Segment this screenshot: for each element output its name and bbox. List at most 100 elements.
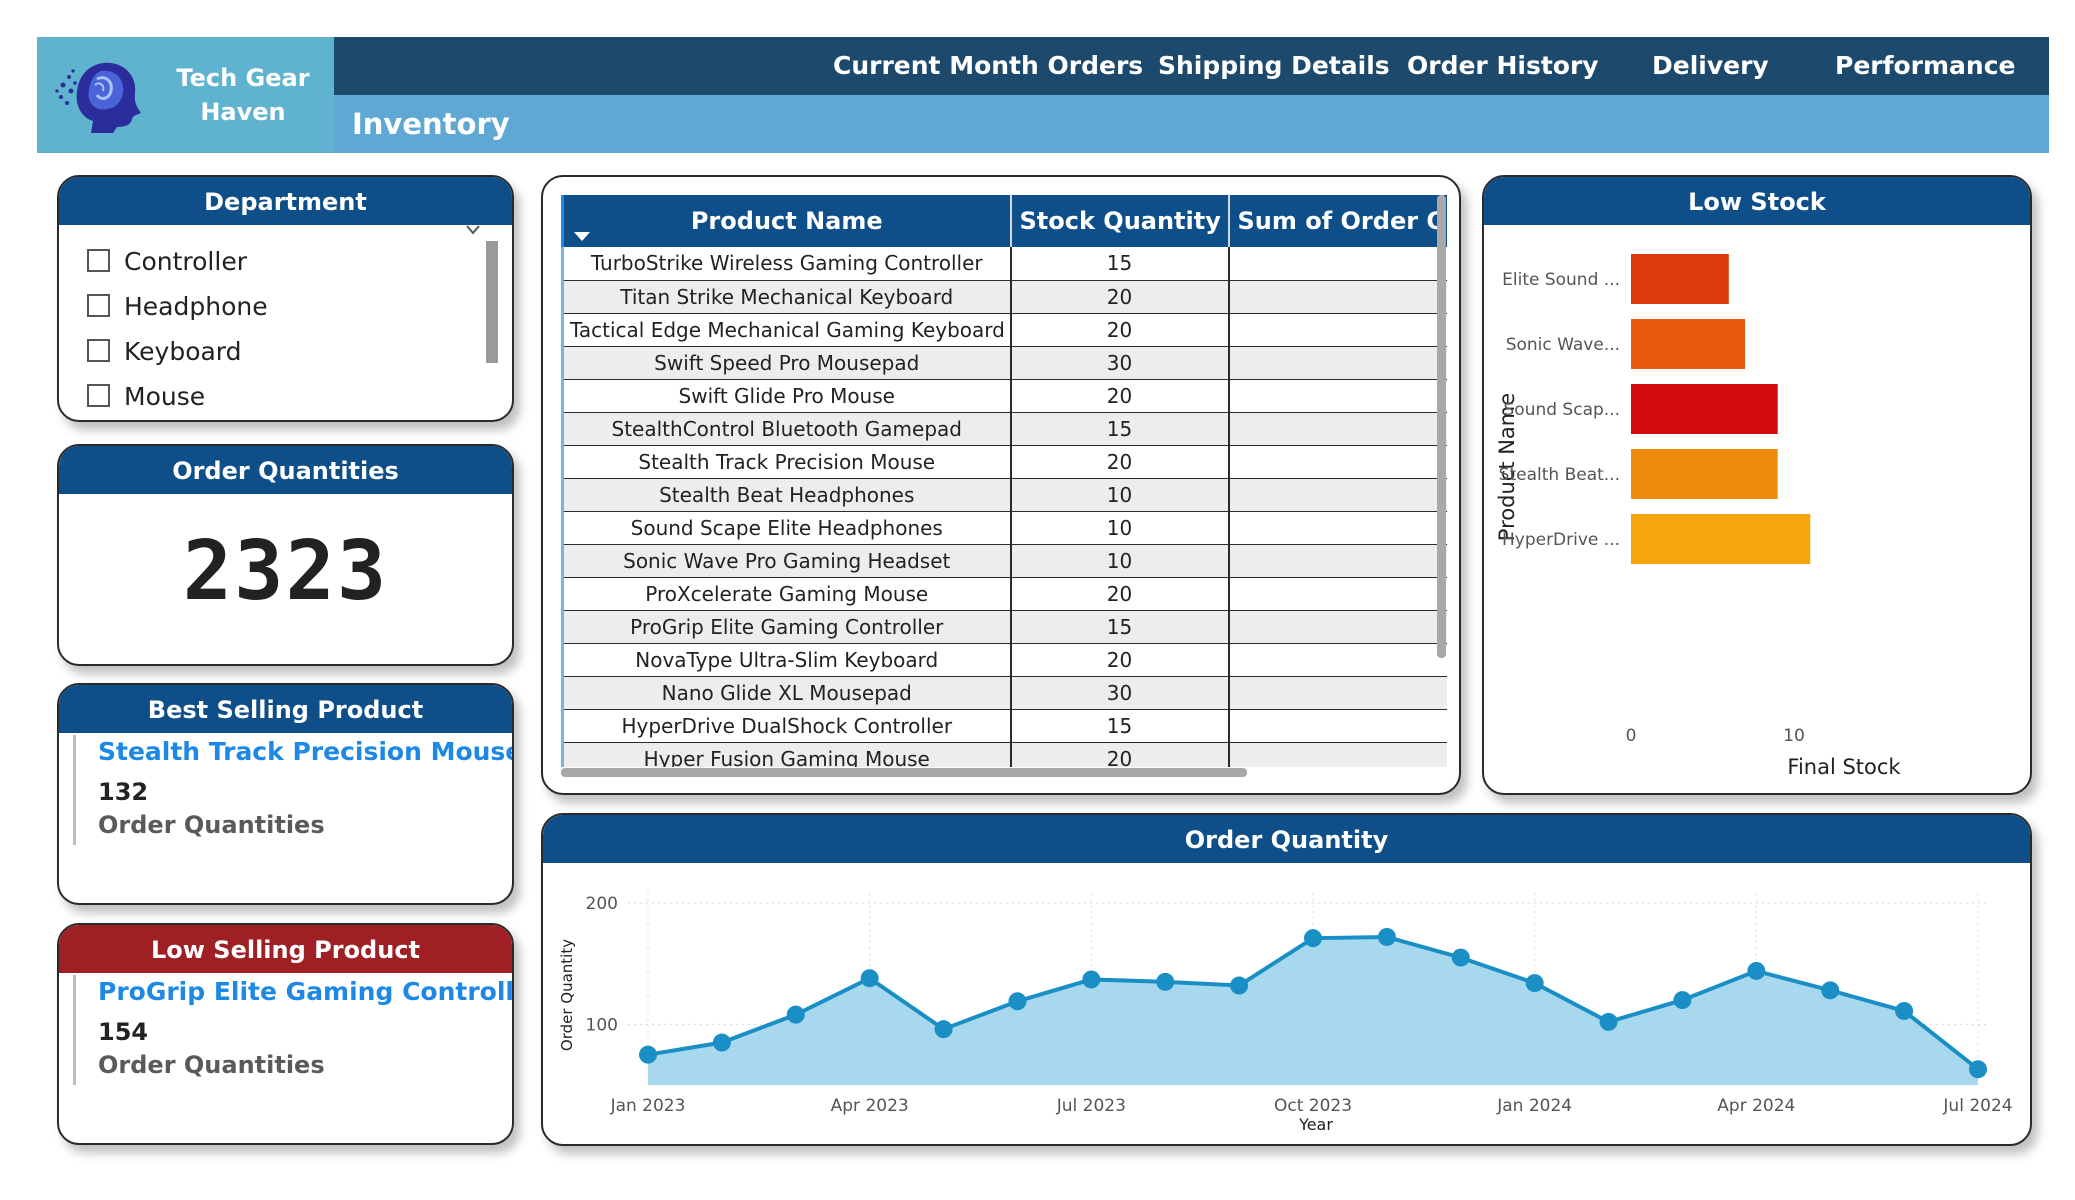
- table-row[interactable]: Stealth Beat Headphones 10: [561, 478, 1447, 512]
- table-row[interactable]: Sound Scape Elite Headphones 10: [561, 511, 1447, 545]
- order-quantity-point[interactable]: [1377, 927, 1396, 946]
- table-row[interactable]: Swift Speed Pro Mousepad 30: [561, 346, 1447, 380]
- order-quantity-point[interactable]: [1599, 1012, 1618, 1031]
- order-quantity-point[interactable]: [1895, 1001, 1914, 1020]
- order-quantity-point[interactable]: [860, 969, 879, 988]
- low-selling-details: ProGrip Elite Gaming Controller 154 Orde…: [73, 975, 514, 1085]
- table-row[interactable]: ProGrip Elite Gaming Controller 15: [561, 610, 1447, 644]
- department-option-mouse[interactable]: Mouse: [87, 382, 205, 420]
- cell-product-name: Swift Glide Pro Mouse: [561, 379, 1012, 413]
- cell-product-name: Titan Strike Mechanical Keyboard: [561, 280, 1012, 314]
- order-quantity-point[interactable]: [1673, 991, 1692, 1010]
- cell-product-name: Sound Scape Elite Headphones: [561, 511, 1012, 545]
- order-quantities-card: Order Quantities 2323: [57, 444, 514, 666]
- order-quantity-area: [648, 936, 1978, 1085]
- sort-descending-icon[interactable]: [574, 232, 590, 241]
- checkbox[interactable]: [87, 383, 110, 407]
- cell-sum-of-order-quantity: [1228, 643, 1447, 677]
- table-row[interactable]: Hyper Fusion Gaming Mouse 20: [561, 742, 1447, 767]
- brand-name: Tech Gear Haven: [176, 64, 310, 126]
- order-quantity-point[interactable]: [1230, 976, 1249, 995]
- low-stock-bar[interactable]: [1631, 384, 1778, 434]
- table-horizontal-scrollbar[interactable]: [561, 768, 1247, 777]
- order-quantity-x-tick: Apr 2024: [1717, 1096, 1795, 1116]
- order-quantity-x-tick: Jan 2024: [1496, 1096, 1572, 1116]
- table-row[interactable]: HyperDrive DualShock Controller 15: [561, 709, 1447, 743]
- table-row[interactable]: Swift Glide Pro Mouse 20: [561, 379, 1447, 413]
- table-vertical-scrollbar[interactable]: [1437, 195, 1446, 658]
- order-quantity-point[interactable]: [1969, 1060, 1987, 1079]
- order-quantity-point[interactable]: [786, 1005, 805, 1024]
- low-stock-bar[interactable]: [1631, 319, 1746, 369]
- department-option-keyboard[interactable]: Keyboard: [87, 337, 242, 377]
- cell-sum-of-order-quantity: [1228, 478, 1447, 512]
- table-row[interactable]: Nano Glide XL Mousepad 30: [561, 676, 1447, 710]
- order-quantity-point[interactable]: [1156, 972, 1175, 991]
- best-selling-details: Stealth Track Precision Mouse 132 Order …: [73, 735, 514, 845]
- order-quantity-x-tick: Jan 2023: [610, 1096, 686, 1116]
- low-stock-chart-card: Low Stock Product Name Final Stock Elite…: [1482, 175, 2032, 795]
- low-stock-bar[interactable]: [1631, 254, 1729, 304]
- inventory-table: Product Name Stock Quantity Sum of Order…: [561, 195, 1447, 767]
- cell-sum-of-order-quantity: [1228, 313, 1447, 347]
- nav-current-month-orders[interactable]: Current Month Orders: [833, 37, 1143, 95]
- cell-stock-quantity: 20: [1010, 445, 1230, 479]
- low-stock-bar[interactable]: [1631, 449, 1778, 499]
- cell-sum-of-order-quantity: [1228, 412, 1447, 446]
- low-stock-chart: Product Name Final Stock Elite Sound ...…: [1495, 254, 1901, 779]
- table-row[interactable]: Sonic Wave Pro Gaming Headset 10: [561, 544, 1447, 578]
- order-quantity-point[interactable]: [934, 1020, 953, 1039]
- order-quantity-point[interactable]: [1525, 974, 1544, 993]
- table-row[interactable]: Stealth Track Precision Mouse 20: [561, 445, 1447, 479]
- cell-product-name: Swift Speed Pro Mousepad: [561, 346, 1012, 380]
- inventory-table-body: TurboStrike Wireless Gaming Controller 15…: [561, 247, 1447, 767]
- cell-stock-quantity: 15: [1010, 709, 1230, 743]
- nav-order-history[interactable]: Order History: [1407, 37, 1599, 95]
- nav-delivery[interactable]: Delivery: [1652, 37, 1769, 95]
- cell-product-name: HyperDrive DualShock Controller: [561, 709, 1012, 743]
- department-scrollbar[interactable]: [486, 241, 498, 363]
- checkbox[interactable]: [87, 248, 110, 272]
- low-stock-bar[interactable]: [1631, 514, 1811, 564]
- order-quantity-y-tick: 200: [586, 894, 618, 914]
- department-option-headphone[interactable]: Headphone: [87, 292, 268, 332]
- order-quantity-point[interactable]: [1008, 992, 1027, 1011]
- cell-product-name: Nano Glide XL Mousepad: [561, 676, 1012, 710]
- department-option-controller[interactable]: Controller: [87, 247, 247, 287]
- inventory-table-card: Product Name Stock Quantity Sum of Order…: [541, 175, 1461, 795]
- column-header-stock-quantity[interactable]: Stock Quantity: [1010, 195, 1230, 247]
- table-row[interactable]: StealthControl Bluetooth Gamepad 15: [561, 412, 1447, 446]
- order-quantity-point[interactable]: [639, 1045, 657, 1064]
- cell-product-name: TurboStrike Wireless Gaming Controller: [561, 247, 1012, 281]
- department-slicer: Department Controller Headphone Keyboard…: [57, 175, 514, 422]
- order-quantity-point[interactable]: [1082, 970, 1101, 989]
- order-quantity-point[interactable]: [1747, 961, 1766, 980]
- order-quantity-point[interactable]: [712, 1033, 731, 1052]
- low-stock-x-axis-label: Final Stock: [1787, 755, 1901, 779]
- low-selling-product: ProGrip Elite Gaming Controller: [98, 977, 514, 1006]
- best-selling-product: Stealth Track Precision Mouse: [98, 737, 514, 766]
- low-stock-category-label: Sonic Wave...: [1506, 335, 1620, 355]
- cell-sum-of-order-quantity: [1228, 742, 1447, 767]
- cell-sum-of-order-quantity: [1228, 280, 1447, 314]
- order-quantity-point[interactable]: [1451, 948, 1470, 967]
- table-row[interactable]: NovaType Ultra-Slim Keyboard 20: [561, 643, 1447, 677]
- nav-performance[interactable]: Performance: [1835, 37, 2015, 95]
- order-quantity-point[interactable]: [1821, 981, 1840, 1000]
- cell-stock-quantity: 30: [1010, 346, 1230, 380]
- cell-stock-quantity: 30: [1010, 676, 1230, 710]
- column-header-sum-of-order-quantity[interactable]: Sum of Order Qu: [1228, 195, 1447, 247]
- column-header-product-name[interactable]: Product Name: [561, 195, 1012, 247]
- cell-sum-of-order-quantity: [1228, 577, 1447, 611]
- table-row[interactable]: ProXcelerate Gaming Mouse 20: [561, 577, 1447, 611]
- checkbox[interactable]: [87, 293, 110, 317]
- order-quantity-point[interactable]: [1304, 929, 1322, 948]
- low-stock-category-label: Sound Scap...: [1504, 400, 1621, 420]
- chevron-down-icon[interactable]: [465, 223, 481, 237]
- table-row[interactable]: Titan Strike Mechanical Keyboard 20: [561, 280, 1447, 314]
- table-row[interactable]: TurboStrike Wireless Gaming Controller 15: [561, 247, 1447, 281]
- low-stock-x-tick: 10: [1783, 726, 1805, 746]
- checkbox[interactable]: [87, 338, 110, 362]
- table-row[interactable]: Tactical Edge Mechanical Gaming Keyboard…: [561, 313, 1447, 347]
- nav-shipping-details[interactable]: Shipping Details: [1158, 37, 1390, 95]
